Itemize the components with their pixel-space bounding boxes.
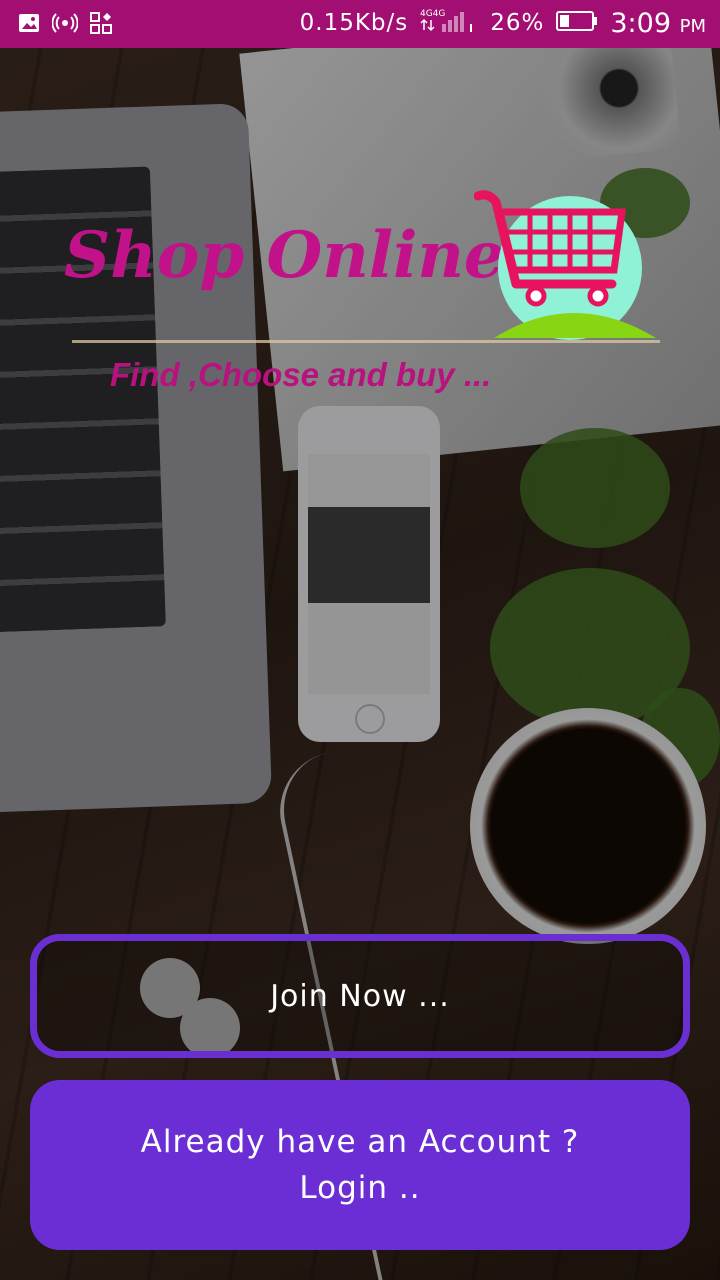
login-label-line1: Already have an Account ? (140, 1124, 580, 1160)
status-bar: 0.15Kb/s 4G4G 26% 3:09 PM (0, 0, 720, 48)
hotspot-icon (51, 12, 79, 38)
login-button[interactable]: Already have an Account ? Login .. (30, 1080, 690, 1250)
network-speed: 0.15Kb/s (299, 10, 409, 36)
svg-text:4G4G: 4G4G (420, 9, 445, 19)
login-label-line2: Login .. (299, 1170, 421, 1206)
app-tagline: Find ,Choose and buy ... (110, 356, 492, 393)
shopping-cart-icon (473, 188, 660, 348)
signal-icon: 4G4G (420, 6, 478, 40)
image-icon (18, 12, 40, 38)
join-now-label: Join Now ... (270, 978, 450, 1014)
join-now-button[interactable]: Join Now ... (30, 934, 690, 1058)
clock: 3:09 PM (610, 8, 706, 39)
battery-icon (556, 10, 598, 36)
clock-ampm: PM (679, 15, 706, 37)
clock-time: 3:09 (610, 7, 672, 39)
logo-divider (72, 340, 660, 343)
status-bar-right: 0.15Kb/s 4G4G 26% 3:09 PM (300, 6, 706, 40)
app-title: Shop Online (64, 218, 505, 293)
battery-percent: 26% (490, 10, 545, 36)
qr-icon (90, 12, 112, 38)
status-bar-left (18, 12, 112, 38)
